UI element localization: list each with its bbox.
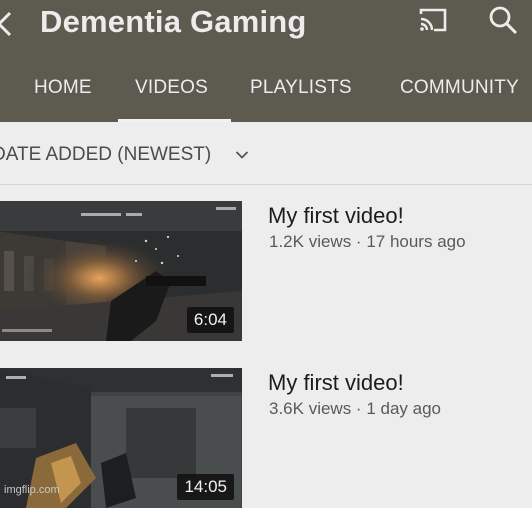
channel-title: Dementia Gaming: [40, 4, 307, 39]
channel-header: Dementia Gaming HOME VIDEOS PLAYLISTS CO…: [0, 0, 532, 122]
video-duration: 6:04: [186, 307, 234, 333]
video-title[interactable]: My first video!: [268, 203, 404, 229]
search-icon[interactable]: [488, 5, 518, 35]
cast-icon[interactable]: [418, 7, 448, 33]
upload-age: 17 hours ago: [366, 232, 466, 251]
channel-tabs: HOME VIDEOS PLAYLISTS COMMUNITY: [0, 68, 532, 122]
tab-home[interactable]: HOME: [34, 76, 92, 100]
meta-separator: ·: [351, 232, 367, 251]
view-count: 3.6K views: [269, 399, 352, 418]
chevron-down-icon: [235, 151, 249, 159]
view-count: 1.2K views: [269, 232, 352, 251]
video-duration: 14:05: [177, 474, 234, 500]
tab-playlists[interactable]: PLAYLISTS: [250, 76, 352, 100]
sort-dropdown[interactable]: DATE ADDED (NEWEST): [0, 122, 532, 185]
video-list-item[interactable]: 6:04 My first video! 1.2K views · 17 hou…: [0, 201, 532, 343]
video-thumbnail[interactable]: 6:04: [0, 201, 242, 341]
watermark: imgflip.com: [4, 484, 60, 496]
video-list-item[interactable]: 14:05 My first video! 3.6K views · 1 day…: [0, 368, 532, 508]
back-arrow-icon[interactable]: [0, 10, 14, 38]
upload-age: 1 day ago: [366, 399, 441, 418]
sort-label: DATE ADDED (NEWEST): [0, 144, 212, 165]
video-meta: 3.6K views · 1 day ago: [269, 398, 441, 420]
video-meta: 1.2K views · 17 hours ago: [269, 231, 466, 253]
video-title[interactable]: My first video!: [268, 370, 404, 396]
tab-videos[interactable]: VIDEOS: [135, 76, 208, 100]
meta-separator: ·: [351, 399, 367, 418]
tab-community[interactable]: COMMUNITY: [400, 76, 519, 100]
